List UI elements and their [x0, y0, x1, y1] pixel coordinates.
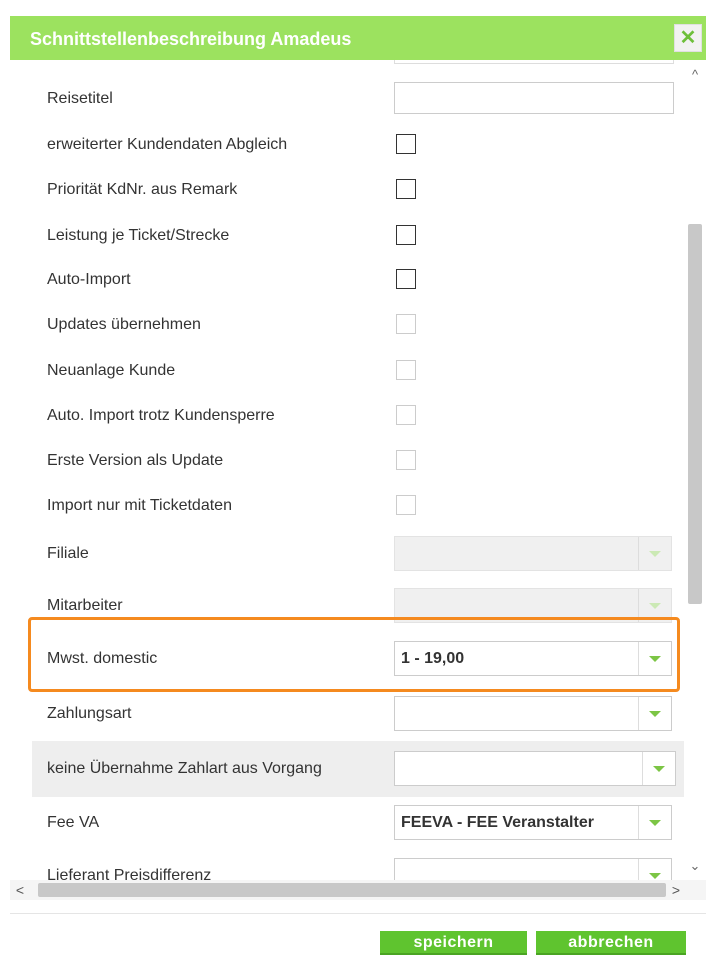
row-leistung-je-ticket: Leistung je Ticket/Strecke: [32, 213, 684, 258]
dialog-title: Schnittstellenbeschreibung Amadeus: [30, 29, 352, 49]
mwst-domestic-value: 1 - 19,00: [401, 649, 465, 667]
prioritaet-kdnr-label: Priorität KdNr. aus Remark: [47, 180, 238, 198]
row-mitarbeiter: Mitarbeiter: [32, 583, 684, 628]
scroll-down-icon[interactable]: ⌄: [686, 857, 704, 875]
row-lieferant-preisdifferenz: Lieferant Preisdifferenz: [32, 853, 684, 880]
reisetitel-label: Reisetitel: [47, 89, 113, 107]
scroll-left-icon[interactable]: <: [10, 880, 30, 900]
row-reisetitel: Reisetitel: [32, 76, 684, 121]
erste-version-update-checkbox: [396, 450, 416, 470]
chevron-down-icon: [653, 765, 665, 772]
dialog-titlebar: Schnittstellenbeschreibung Amadeus ✕: [10, 16, 706, 60]
chevron-down-icon: [649, 819, 661, 826]
chevron-down-icon: [649, 550, 661, 557]
save-button[interactable]: speichern: [380, 931, 527, 955]
mwst-domestic-select[interactable]: 1 - 19,00: [394, 641, 672, 676]
row-fee-va: Fee VA FEEVA - FEE Veranstalter: [32, 800, 684, 845]
scroll-right-icon[interactable]: >: [666, 880, 686, 900]
fee-va-dropdown-toggle[interactable]: [638, 806, 671, 839]
partial-field-remnant: [394, 60, 674, 64]
filiale-select: [394, 536, 672, 571]
erweiterter-kundendaten-abgleich-label: erweiterter Kundendaten Abgleich: [47, 135, 288, 153]
chevron-down-icon: [649, 872, 661, 879]
row-prioritaet-kdnr: Priorität KdNr. aus Remark: [32, 167, 684, 212]
scroll-up-icon[interactable]: ^: [686, 66, 704, 84]
updates-uebernehmen-checkbox: [396, 314, 416, 334]
leistung-je-ticket-label: Leistung je Ticket/Strecke: [47, 226, 230, 244]
row-keine-uebernahme-zahlart: keine Übernahme Zahlart aus Vorgang: [32, 741, 684, 797]
neuanlage-kunde-label: Neuanlage Kunde: [47, 361, 176, 379]
cancel-button[interactable]: abbrechen: [536, 931, 686, 955]
keine-uebernahme-zahlart-label: keine Übernahme Zahlart aus Vorgang: [47, 760, 322, 777]
mwst-domestic-dropdown-toggle[interactable]: [638, 642, 671, 675]
row-filiale: Filiale: [32, 531, 684, 576]
filiale-dropdown-toggle: [638, 537, 671, 570]
updates-uebernehmen-label: Updates übernehmen: [47, 315, 201, 333]
vertical-scroll-thumb[interactable]: [688, 224, 702, 604]
row-import-nur-ticketdaten: Import nur mit Ticketdaten: [32, 483, 684, 528]
fee-va-value: FEEVA - FEE Veranstalter: [401, 813, 594, 831]
horizontal-scrollbar[interactable]: < >: [10, 880, 706, 900]
zahlungsart-dropdown-toggle[interactable]: [638, 697, 671, 730]
mwst-domestic-label: Mwst. domestic: [47, 649, 158, 667]
auto-import-trotz-kundensperre-label: Auto. Import trotz Kundensperre: [47, 406, 275, 424]
leistung-je-ticket-checkbox[interactable]: [396, 225, 416, 245]
mitarbeiter-dropdown-toggle: [638, 589, 671, 622]
keine-uebernahme-zahlart-select[interactable]: [394, 751, 676, 786]
chevron-down-icon: [649, 602, 661, 609]
horizontal-scroll-thumb[interactable]: [38, 883, 666, 897]
lieferant-preisdifferenz-dropdown-toggle[interactable]: [638, 859, 671, 880]
row-updates-uebernehmen: Updates übernehmen: [32, 302, 684, 347]
chevron-down-icon: [649, 655, 661, 662]
import-nur-ticketdaten-label: Import nur mit Ticketdaten: [47, 496, 232, 514]
neuanlage-kunde-checkbox: [396, 360, 416, 380]
fee-va-select[interactable]: FEEVA - FEE Veranstalter: [394, 805, 672, 840]
reisetitel-input[interactable]: [394, 82, 674, 114]
lieferant-preisdifferenz-select[interactable]: [394, 858, 672, 880]
keine-uebernahme-zahlart-dropdown-toggle[interactable]: [642, 752, 675, 785]
zahlungsart-label: Zahlungsart: [47, 704, 132, 722]
prioritaet-kdnr-checkbox[interactable]: [396, 179, 416, 199]
close-icon[interactable]: ✕: [674, 24, 702, 52]
footer-divider: [10, 913, 706, 914]
filiale-label: Filiale: [47, 544, 89, 562]
row-erste-version-update: Erste Version als Update: [32, 438, 684, 483]
lieferant-preisdifferenz-label: Lieferant Preisdifferenz: [47, 866, 212, 881]
row-mwst-domestic: Mwst. domestic 1 - 19,00: [32, 636, 684, 681]
row-auto-import-trotz-kundensperre: Auto. Import trotz Kundensperre: [32, 393, 684, 438]
fee-va-label: Fee VA: [47, 813, 100, 831]
auto-import-label: Auto-Import: [47, 270, 131, 288]
vertical-scrollbar[interactable]: ^ ⌄: [686, 60, 704, 880]
mitarbeiter-select: [394, 588, 672, 623]
erweiterter-kundendaten-abgleich-checkbox[interactable]: [396, 134, 416, 154]
row-erweiterter-kundendaten-abgleich: erweiterter Kundendaten Abgleich: [32, 122, 684, 167]
form-scroll-area: Reisetitel erweiterter Kundendaten Abgle…: [10, 60, 706, 880]
dialog: Schnittstellenbeschreibung Amadeus ✕ Rei…: [10, 0, 706, 972]
row-neuanlage-kunde: Neuanlage Kunde: [32, 348, 684, 393]
auto-import-checkbox[interactable]: [396, 269, 416, 289]
chevron-down-icon: [649, 710, 661, 717]
zahlungsart-select[interactable]: [394, 696, 672, 731]
erste-version-update-label: Erste Version als Update: [47, 451, 224, 469]
mitarbeiter-label: Mitarbeiter: [47, 596, 123, 614]
auto-import-trotz-kundensperre-checkbox: [396, 405, 416, 425]
row-zahlungsart: Zahlungsart: [32, 691, 684, 736]
import-nur-ticketdaten-checkbox: [396, 495, 416, 515]
row-auto-import: Auto-Import: [32, 257, 684, 302]
